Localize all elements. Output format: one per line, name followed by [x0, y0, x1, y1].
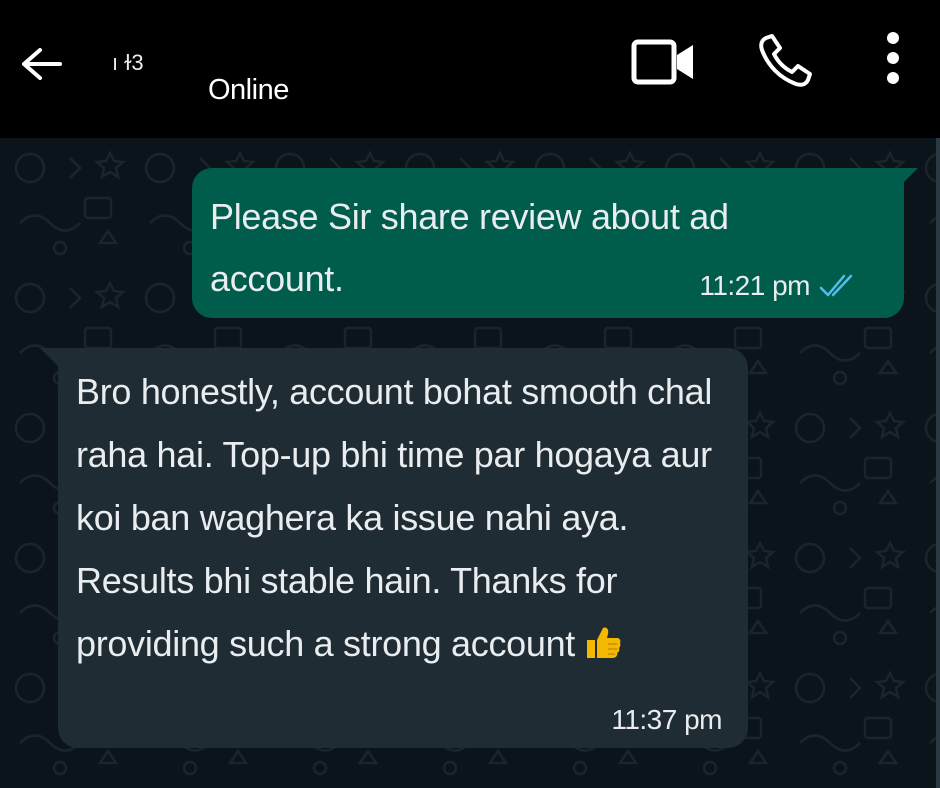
- bubble-tail: [40, 348, 58, 366]
- message-time: 11:37 pm: [611, 704, 722, 735]
- incoming-message[interactable]: Bro honestly, account bohat smooth chal …: [40, 348, 748, 748]
- contact-name-area[interactable]: ı ɫ3: [112, 50, 172, 94]
- message-text-container: Bro honestly, account bohat smooth chal …: [76, 360, 746, 675]
- video-camera-icon: [631, 39, 693, 85]
- back-button[interactable]: [14, 40, 66, 88]
- double-check-read-icon: [819, 274, 853, 297]
- voice-call-button[interactable]: [754, 30, 818, 92]
- contact-name: ı ɫ3: [112, 50, 144, 75]
- online-status: Online: [208, 74, 289, 106]
- thumbs-up-icon: [587, 627, 621, 658]
- chat-header: ı ɫ3 Online: [0, 0, 940, 138]
- phone-icon: [759, 34, 812, 87]
- message-text: Bro honestly, account bohat smooth chal …: [76, 371, 713, 664]
- video-call-button[interactable]: [628, 34, 700, 90]
- outgoing-message[interactable]: Please Sir share review about ad account…: [192, 168, 918, 318]
- more-vertical-icon: [887, 32, 899, 84]
- scrollbar[interactable]: [936, 138, 940, 788]
- message-time: 11:21 pm: [699, 270, 810, 301]
- arrow-left-icon: [22, 48, 62, 80]
- chat-area[interactable]: Please Sir share review about ad account…: [0, 138, 940, 788]
- more-options-button[interactable]: [870, 26, 916, 90]
- message-meta: 11:37 pm: [611, 704, 722, 736]
- message-meta: 11:21 pm: [699, 270, 858, 302]
- bubble-tail: [902, 168, 918, 184]
